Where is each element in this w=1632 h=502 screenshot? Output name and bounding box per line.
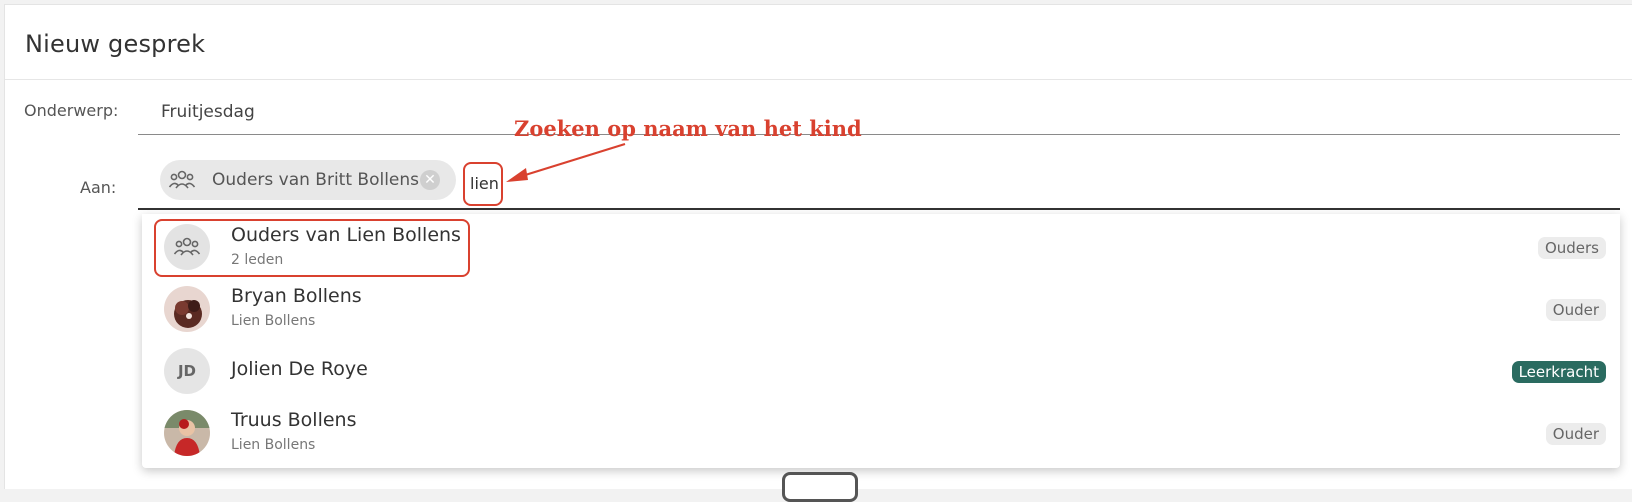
recipient-chip[interactable]: Ouders van Britt Bollens ✕ bbox=[160, 160, 456, 200]
role-badge: Leerkracht bbox=[1511, 361, 1606, 383]
annotation-arrow bbox=[506, 142, 626, 182]
hidden-button-edge bbox=[782, 472, 858, 502]
role-badge: Ouder bbox=[1545, 299, 1606, 321]
result-name: Bryan Bollens bbox=[231, 285, 362, 307]
search-query: lien bbox=[470, 174, 499, 193]
recipient-chip-label: Ouders van Britt Bollens bbox=[212, 170, 420, 190]
recipient-underline bbox=[138, 208, 1620, 210]
dialog-title: Nieuw gesprek bbox=[25, 30, 206, 58]
result-item[interactable]: JD Jolien De Roye Leerkracht bbox=[142, 338, 1620, 402]
result-sub: Lien Bollens bbox=[231, 437, 316, 453]
avatar bbox=[164, 286, 210, 332]
result-sub: Lien Bollens bbox=[231, 313, 316, 329]
avatar bbox=[164, 410, 210, 456]
result-name: Jolien De Roye bbox=[231, 358, 368, 380]
subject-label: Onderwerp: bbox=[24, 101, 119, 120]
role-badge: Ouder bbox=[1545, 423, 1606, 445]
avatar: JD bbox=[164, 348, 210, 394]
result-item[interactable]: Truus Bollens Lien Bollens Ouder bbox=[142, 400, 1620, 464]
group-icon bbox=[168, 166, 196, 194]
subject-input[interactable]: Fruitjesdag bbox=[161, 102, 255, 122]
subject-underline bbox=[138, 134, 1620, 135]
dialog-header: Nieuw gesprek bbox=[5, 5, 1632, 80]
result-name: Truus Bollens bbox=[231, 409, 357, 431]
annotation-label: Zoeken op naam van het kind bbox=[514, 116, 862, 141]
highlight-box bbox=[154, 219, 470, 277]
to-label: Aan: bbox=[80, 178, 117, 197]
result-item[interactable]: Bryan Bollens Lien Bollens Ouder bbox=[142, 276, 1620, 340]
close-icon[interactable]: ✕ bbox=[420, 170, 440, 190]
role-badge: Ouders bbox=[1537, 237, 1606, 259]
avatar-initials: JD bbox=[177, 362, 197, 380]
recipient-search-input[interactable]: lien bbox=[463, 162, 503, 206]
